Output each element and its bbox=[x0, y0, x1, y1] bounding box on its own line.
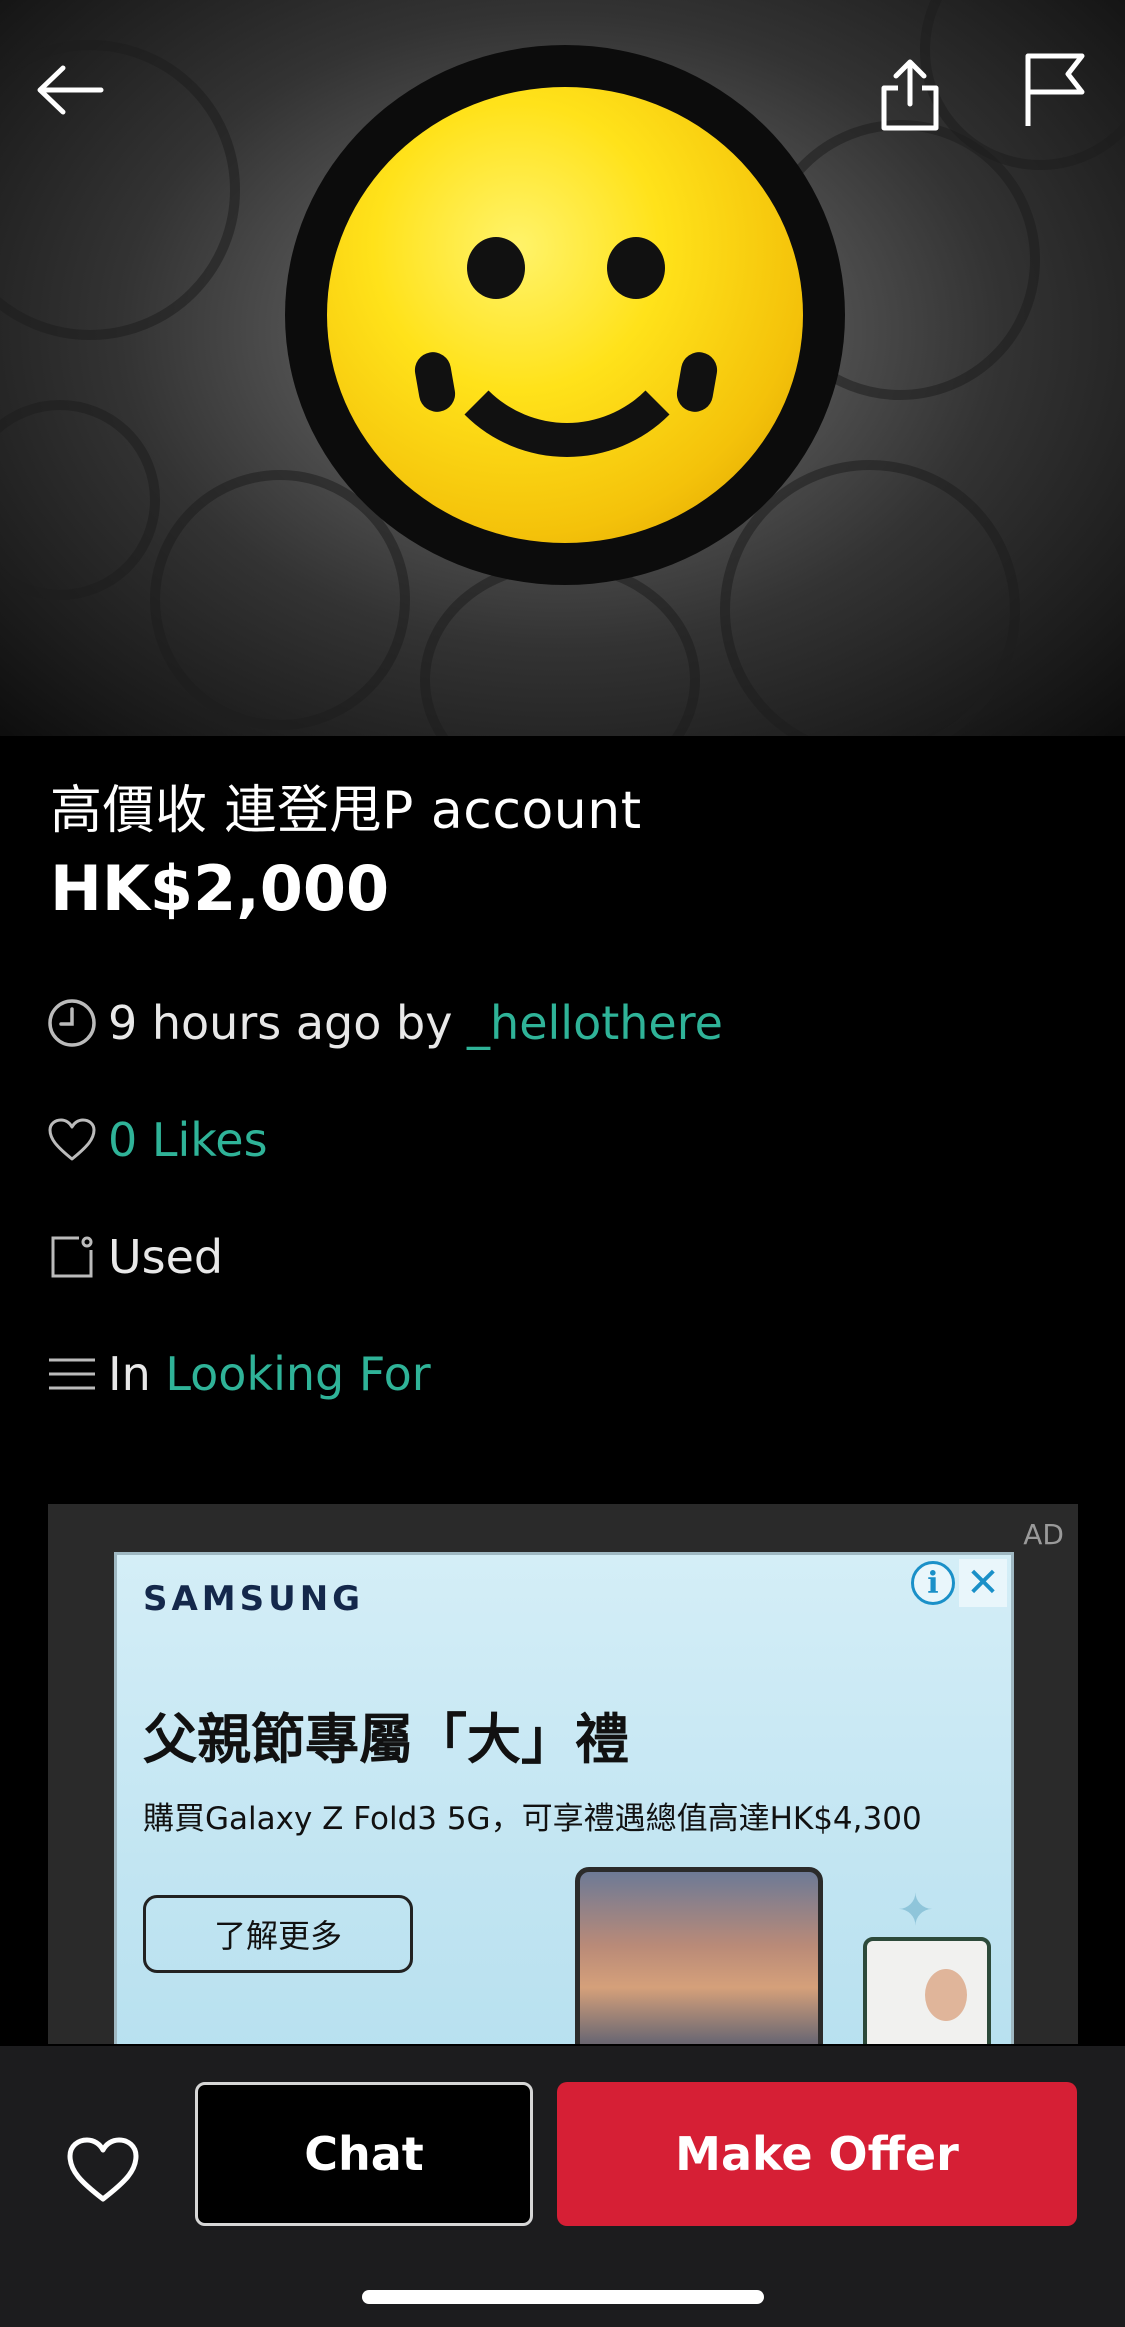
ad-banner[interactable]: SAMSUNG i ✕ 父親節專屬「大」禮 購買Galaxy Z Fold3 5… bbox=[114, 1552, 1014, 2044]
condition-text: Used bbox=[108, 1230, 224, 1284]
heart-icon bbox=[46, 1114, 98, 1166]
condition-row: Used bbox=[46, 1230, 223, 1284]
category-link[interactable]: Looking For bbox=[165, 1347, 430, 1401]
ad-subtext: 購買Galaxy Z Fold3 5G，可享禮遇總值高達HK$4,300 bbox=[143, 1801, 922, 1837]
ad-headline: 父親節專屬「大」禮 bbox=[143, 1708, 629, 1771]
flag-icon bbox=[1025, 53, 1085, 126]
posted-time-text: 9 hours ago by bbox=[108, 996, 468, 1050]
share-button[interactable] bbox=[870, 50, 950, 140]
clock-icon bbox=[46, 997, 98, 1049]
chat-button[interactable]: Chat bbox=[195, 2082, 533, 2226]
ad-label: AD bbox=[1023, 1518, 1064, 1551]
like-button[interactable] bbox=[60, 2130, 146, 2210]
category-row: In Looking For bbox=[46, 1347, 431, 1401]
ad-cta-button[interactable]: 了解更多 bbox=[143, 1895, 413, 1973]
smiley-face-image bbox=[285, 45, 845, 585]
listing-price: HK$2,000 bbox=[50, 852, 390, 925]
ad-phone-image bbox=[575, 1867, 823, 2044]
seller-link[interactable]: _hellothere bbox=[467, 996, 723, 1050]
info-icon[interactable]: i bbox=[911, 1561, 955, 1605]
bottom-action-bar: Chat Make Offer bbox=[0, 2046, 1125, 2327]
background-doodle bbox=[0, 400, 160, 600]
arrow-left-icon bbox=[37, 65, 104, 115]
ad-brand-logo: SAMSUNG bbox=[143, 1579, 365, 1619]
back-button[interactable] bbox=[30, 50, 110, 130]
background-doodle bbox=[420, 560, 700, 736]
close-icon[interactable]: ✕ bbox=[959, 1559, 1007, 1607]
likes-row[interactable]: 0 Likes bbox=[46, 1113, 268, 1167]
heart-icon bbox=[67, 2137, 139, 2202]
report-button[interactable] bbox=[1010, 45, 1100, 135]
category-prefix: In bbox=[108, 1347, 166, 1401]
make-offer-button[interactable]: Make Offer bbox=[557, 2082, 1077, 2226]
ad-phone-image bbox=[863, 1937, 991, 2044]
likes-count[interactable]: 0 Likes bbox=[108, 1113, 268, 1167]
list-icon bbox=[46, 1348, 98, 1400]
listing-title: 高價收 連登甩P account bbox=[50, 781, 642, 841]
sparkle-icon: ✦ bbox=[897, 1885, 934, 1936]
posted-info-row: 9 hours ago by _hellothere bbox=[46, 996, 723, 1050]
listing-photo[interactable] bbox=[0, 0, 1125, 736]
home-indicator[interactable] bbox=[362, 2290, 764, 2304]
advertisement: AD SAMSUNG i ✕ 父親節專屬「大」禮 購買Galaxy Z Fold… bbox=[48, 1504, 1078, 2044]
tag-icon bbox=[46, 1231, 98, 1283]
share-icon bbox=[881, 59, 939, 131]
